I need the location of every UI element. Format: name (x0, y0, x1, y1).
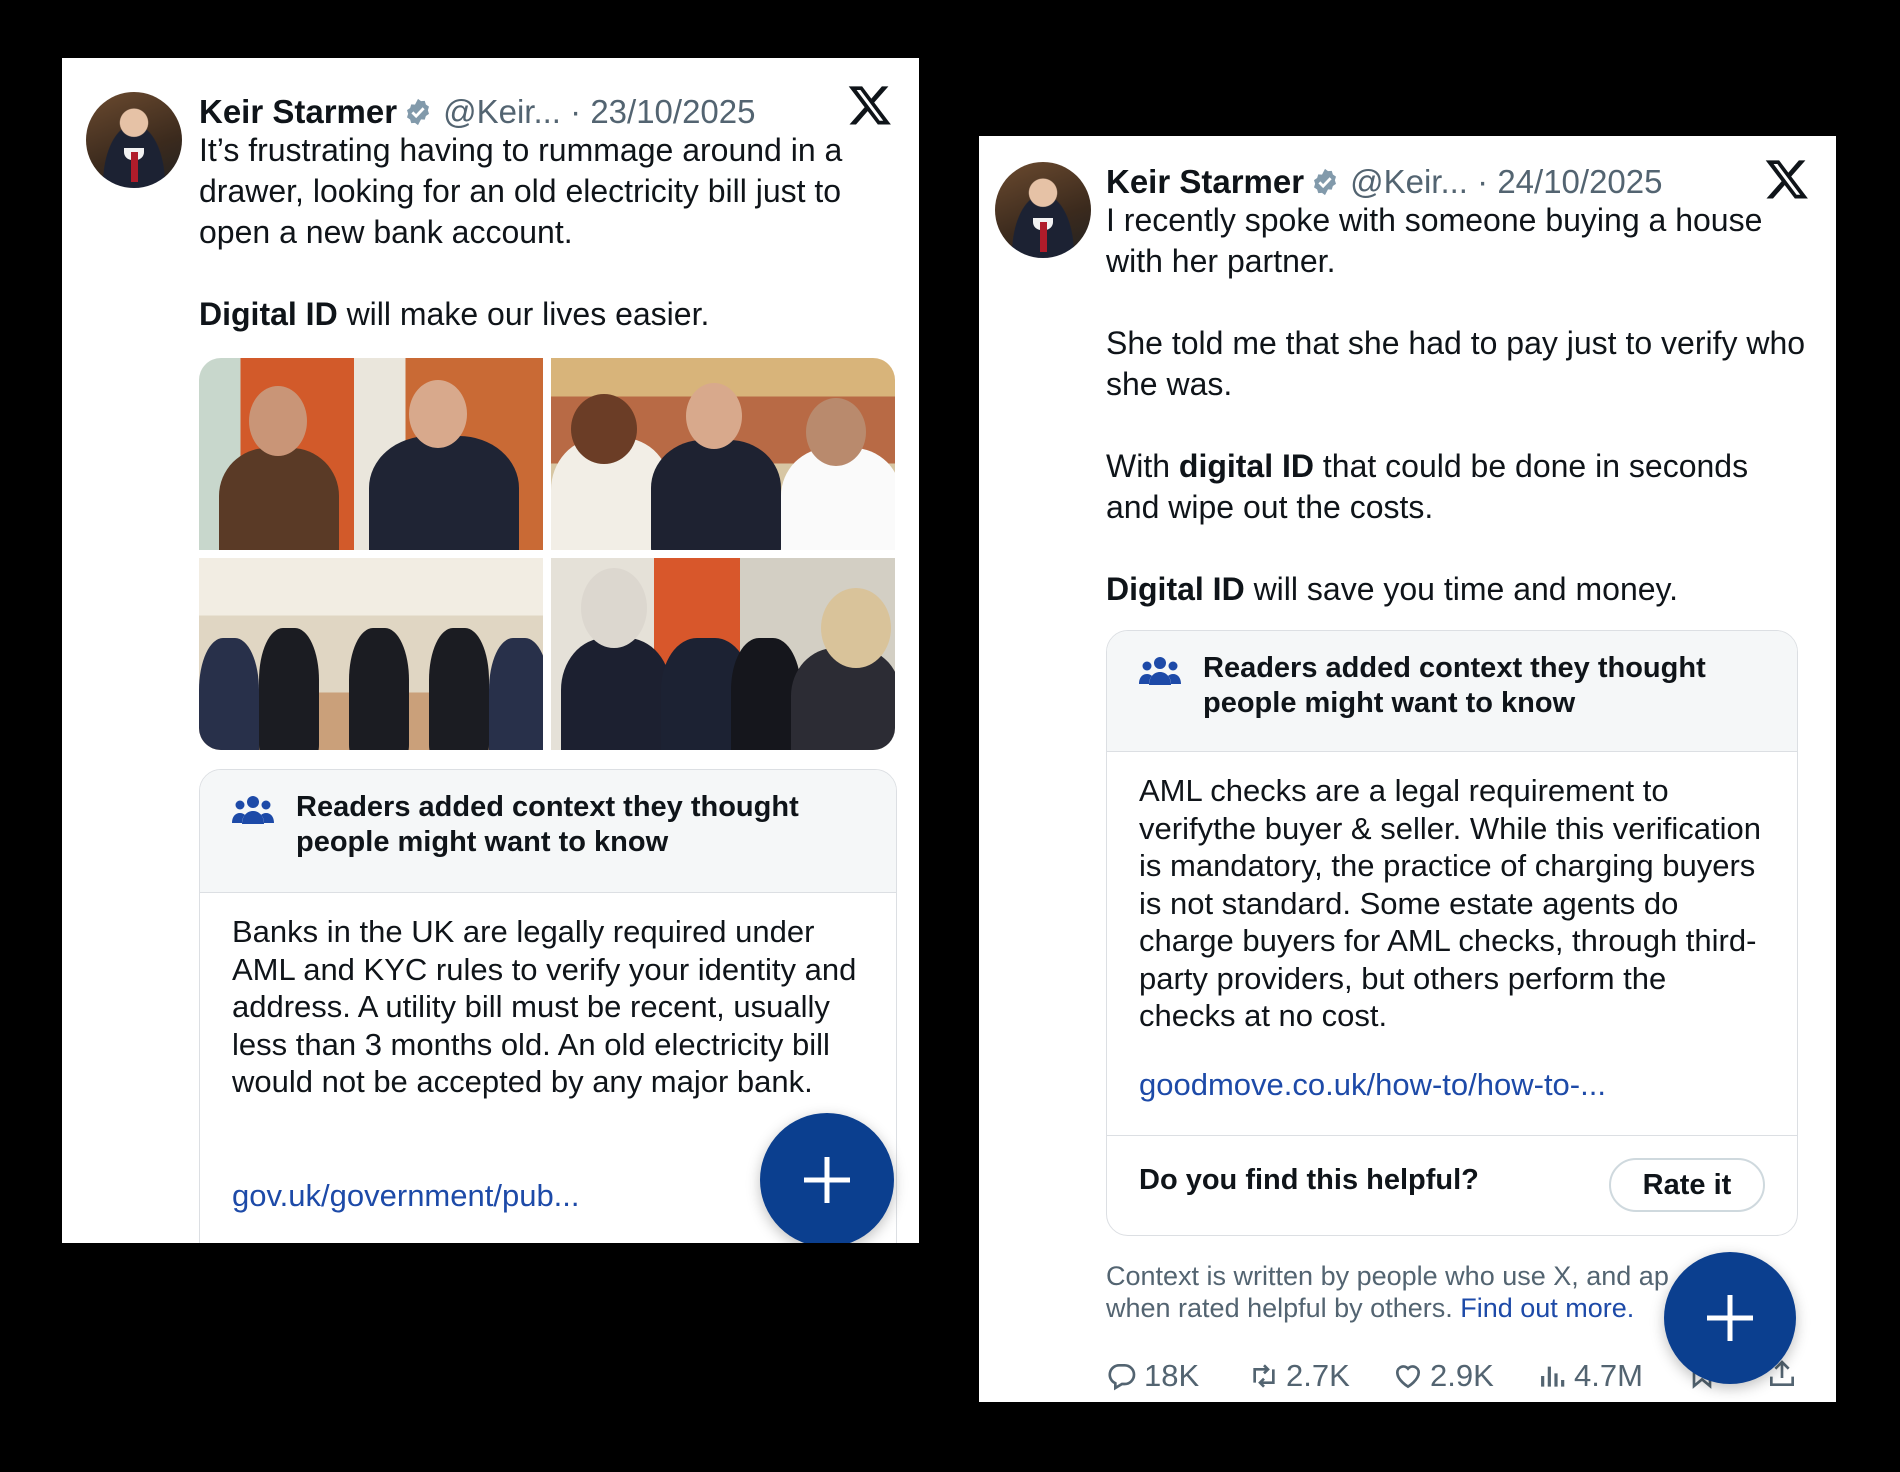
note-header: Readers added context they thought peopl… (1107, 631, 1797, 752)
post-date[interactable]: 23/10/2025 (590, 93, 755, 130)
community-note: Readers added context they thought peopl… (1106, 630, 1798, 1236)
reply-button[interactable]: 18K (1106, 1358, 1199, 1394)
photo-4[interactable] (551, 558, 895, 750)
helpful-row: Do you find this helpful? Rate it (1107, 1135, 1797, 1235)
views-button[interactable]: 4.7M (1536, 1358, 1643, 1394)
context-footer-line: Context is written by people who use X, … (1106, 1261, 1669, 1291)
bold-phrase: digital ID (1178, 448, 1314, 484)
helpful-question: Do you find this helpful? (1139, 1164, 1479, 1196)
bold-phrase: Digital ID (199, 296, 338, 332)
context-footer-line: when rated helpful by others. Find out m… (1106, 1292, 1669, 1324)
photo-2[interactable] (551, 358, 895, 550)
note-body: AML checks are a legal requirement to ve… (1139, 773, 1761, 1033)
context-footer: Context is written by people who use X, … (1106, 1260, 1669, 1324)
like-button[interactable]: 2.9K (1392, 1358, 1494, 1394)
tweet-card-right: Keir Starmer @Keir... · 24/10/2025 I rece… (979, 136, 1836, 1402)
photo-1[interactable] (199, 358, 543, 550)
tweet-paragraph: Digital ID will save you time and money. (1106, 569, 1806, 610)
repost-icon (1253, 1364, 1275, 1388)
note-title: Readers added context they thought peopl… (296, 791, 799, 858)
tweet-text-rest: will save you time and money. (1244, 571, 1679, 607)
bold-phrase: Digital ID (1106, 571, 1245, 607)
tweet-text-rest: will make our lives easier. (337, 296, 710, 332)
views-icon (1541, 1366, 1565, 1387)
note-source-link[interactable]: gov.uk/government/pub... (232, 1178, 580, 1214)
tweet-paragraph: Digital ID will make our lives easier. (199, 294, 879, 335)
note-header: Readers added context they thought peopl… (200, 770, 896, 893)
tweet-card-left: Keir Starmer @Keir... · 23/10/2025 It’s f… (62, 58, 919, 1243)
tweet-body: I recently spoke with someone buying a h… (1106, 200, 1806, 610)
tweet-paragraph: I recently spoke with someone buying a h… (1106, 202, 1763, 279)
like-icon (1396, 1365, 1420, 1389)
people-icon (1139, 657, 1181, 685)
author-name[interactable]: Keir Starmer (199, 93, 397, 130)
verified-badge-icon (1314, 168, 1337, 196)
rate-it-button[interactable]: Rate it (1609, 1158, 1765, 1212)
tweet-paragraph: With digital ID that could be done in se… (1106, 446, 1806, 528)
x-logo-icon (1765, 160, 1808, 199)
media-grid (199, 358, 895, 750)
tweet-paragraph: She told me that she had to pay just to … (1106, 325, 1806, 402)
people-icon (232, 796, 274, 824)
reply-icon (1108, 1363, 1136, 1391)
separator: · (1477, 163, 1489, 200)
repost-count: 2.7K (1286, 1358, 1350, 1393)
separator: · (570, 93, 582, 130)
avatar[interactable] (86, 92, 182, 188)
compose-button[interactable] (760, 1113, 894, 1243)
views-count: 4.7M (1574, 1358, 1643, 1393)
like-count: 2.9K (1430, 1358, 1494, 1393)
tweet-body: It’s frustrating having to rummage aroun… (199, 130, 879, 335)
tweet-paragraph: It’s frustrating having to rummage aroun… (199, 132, 843, 250)
avatar[interactable] (995, 162, 1091, 258)
photo-3[interactable] (199, 558, 543, 750)
author-handle[interactable]: @Keir... (1350, 163, 1468, 200)
author-handle[interactable]: @Keir... (443, 93, 561, 130)
verified-badge-icon (407, 98, 430, 126)
repost-button[interactable]: 2.7K (1248, 1358, 1350, 1394)
reply-count: 18K (1144, 1358, 1200, 1393)
post-date[interactable]: 24/10/2025 (1497, 163, 1662, 200)
note-source-link[interactable]: goodmove.co.uk/how-to/how-to-... (1139, 1067, 1606, 1103)
note-title: Readers added context they thought peopl… (1203, 652, 1706, 719)
compose-button[interactable] (1664, 1252, 1796, 1384)
tweet-text-pre: With (1106, 448, 1179, 484)
note-body: Banks in the UK are legally required und… (232, 914, 857, 1099)
context-footer-text: when rated helpful by others. (1106, 1293, 1453, 1323)
x-logo-icon (848, 86, 891, 125)
find-out-more-link[interactable]: Find out more. (1460, 1293, 1634, 1323)
author-name[interactable]: Keir Starmer (1106, 163, 1304, 200)
